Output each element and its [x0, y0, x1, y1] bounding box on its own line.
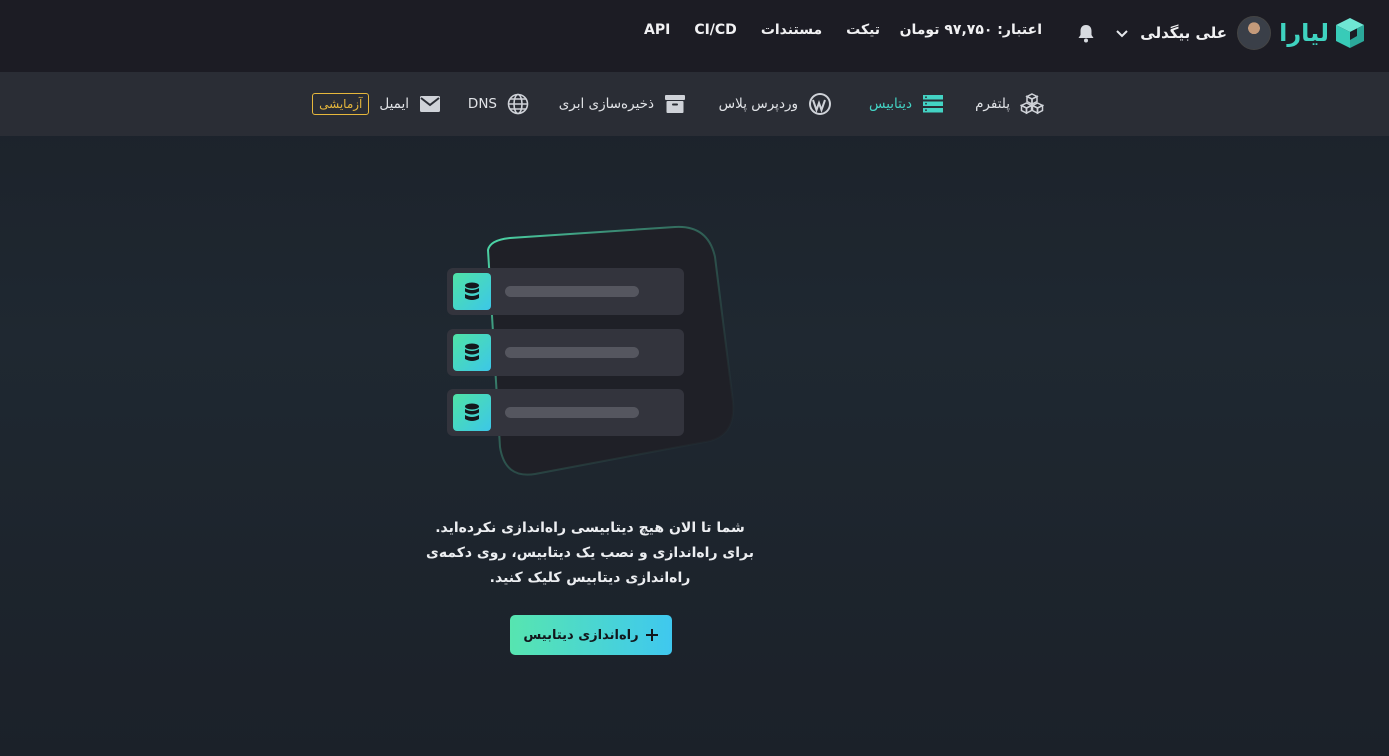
user-menu[interactable]: علی بیگدلی: [1114, 16, 1271, 50]
archive-box-icon: [665, 95, 685, 113]
database-tile: [453, 394, 491, 431]
database-icon: [465, 282, 479, 300]
database-placeholder-row: [447, 329, 684, 376]
nav-api[interactable]: API: [644, 22, 670, 38]
empty-message-line-2: برای راه‌اندازی و نصب یک دیتابیس، روی دک…: [426, 545, 754, 561]
subnav-item-wordpress[interactable]: وردپرس پلاس: [719, 90, 832, 118]
subnav-label-dns: DNS: [467, 96, 497, 112]
brand-name: لیارا: [1279, 19, 1329, 47]
cubes-icon: [1020, 93, 1044, 115]
database-placeholder-row: [447, 268, 684, 315]
database-placeholder-row: [447, 389, 684, 436]
database-icon: [465, 343, 479, 361]
envelope-icon: [420, 96, 440, 112]
database-tile: [453, 334, 491, 371]
beta-badge: آزمایشی: [312, 93, 370, 115]
top-nav: API CI/CD مستندات تیکت: [644, 22, 880, 38]
subnav-label-email: ایمیل: [379, 96, 409, 112]
subnav-label-platform: پلتفرم: [975, 96, 1010, 112]
placeholder-bar: [505, 286, 639, 297]
brand-logo[interactable]: لیارا: [1279, 15, 1367, 51]
nav-cicd[interactable]: CI/CD: [694, 22, 737, 38]
product-nav: پلتفرم دیتابیس وردپرس پلاس ذخیره‌سازی اب…: [0, 72, 1389, 136]
subnav-item-dns[interactable]: DNS: [468, 90, 529, 118]
empty-state-message: شما تا الان هیچ دیتابیسی راه‌اندازی نکرد…: [420, 516, 760, 591]
create-database-button[interactable]: راه‌اندازی دیتابیس: [510, 615, 672, 655]
create-database-label: راه‌اندازی دیتابیس: [523, 627, 639, 643]
placeholder-bar: [505, 347, 639, 358]
avatar: [1237, 16, 1271, 50]
chevron-down-icon: [1116, 30, 1128, 38]
wordpress-icon: [809, 93, 831, 115]
globe-icon: [507, 93, 529, 115]
subnav-item-email[interactable]: ایمیل آزمایشی: [312, 90, 441, 118]
subnav-label-wordpress: وردپرس پلاس: [718, 96, 798, 112]
plus-icon: [645, 629, 658, 641]
nav-ticket[interactable]: تیکت: [846, 22, 880, 38]
bell-icon[interactable]: [1075, 22, 1097, 44]
nav-docs[interactable]: مستندات: [761, 22, 822, 38]
user-name: علی بیگدلی: [1140, 24, 1227, 42]
database-icon: [465, 403, 479, 421]
credit-balance[interactable]: اعتبار: ۹۷,۷۵۰ تومان: [900, 22, 1042, 38]
subnav-item-storage[interactable]: ذخیره‌سازی ابری: [559, 90, 686, 118]
top-bar: لیارا علی بیگدلی اعتبار: ۹۷,۷۵۰ تومان AP…: [0, 0, 1389, 72]
empty-state-illustration: [440, 222, 740, 482]
subnav-item-platform[interactable]: پلتفرم: [975, 90, 1044, 118]
subnav-label-storage: ذخیره‌سازی ابری: [558, 96, 654, 112]
database-servers-icon: [923, 95, 943, 113]
subnav-item-database[interactable]: دیتابیس: [869, 90, 944, 118]
empty-message-line-1: شما تا الان هیچ دیتابیسی راه‌اندازی نکرد…: [435, 520, 745, 536]
subnav-label-database: دیتابیس: [869, 96, 912, 112]
empty-message-line-3: راه‌اندازی دیتابیس کلیک کنید.: [489, 570, 691, 586]
cube-logo-icon: [1336, 18, 1364, 48]
database-tile: [453, 273, 491, 310]
placeholder-bar: [505, 407, 639, 418]
